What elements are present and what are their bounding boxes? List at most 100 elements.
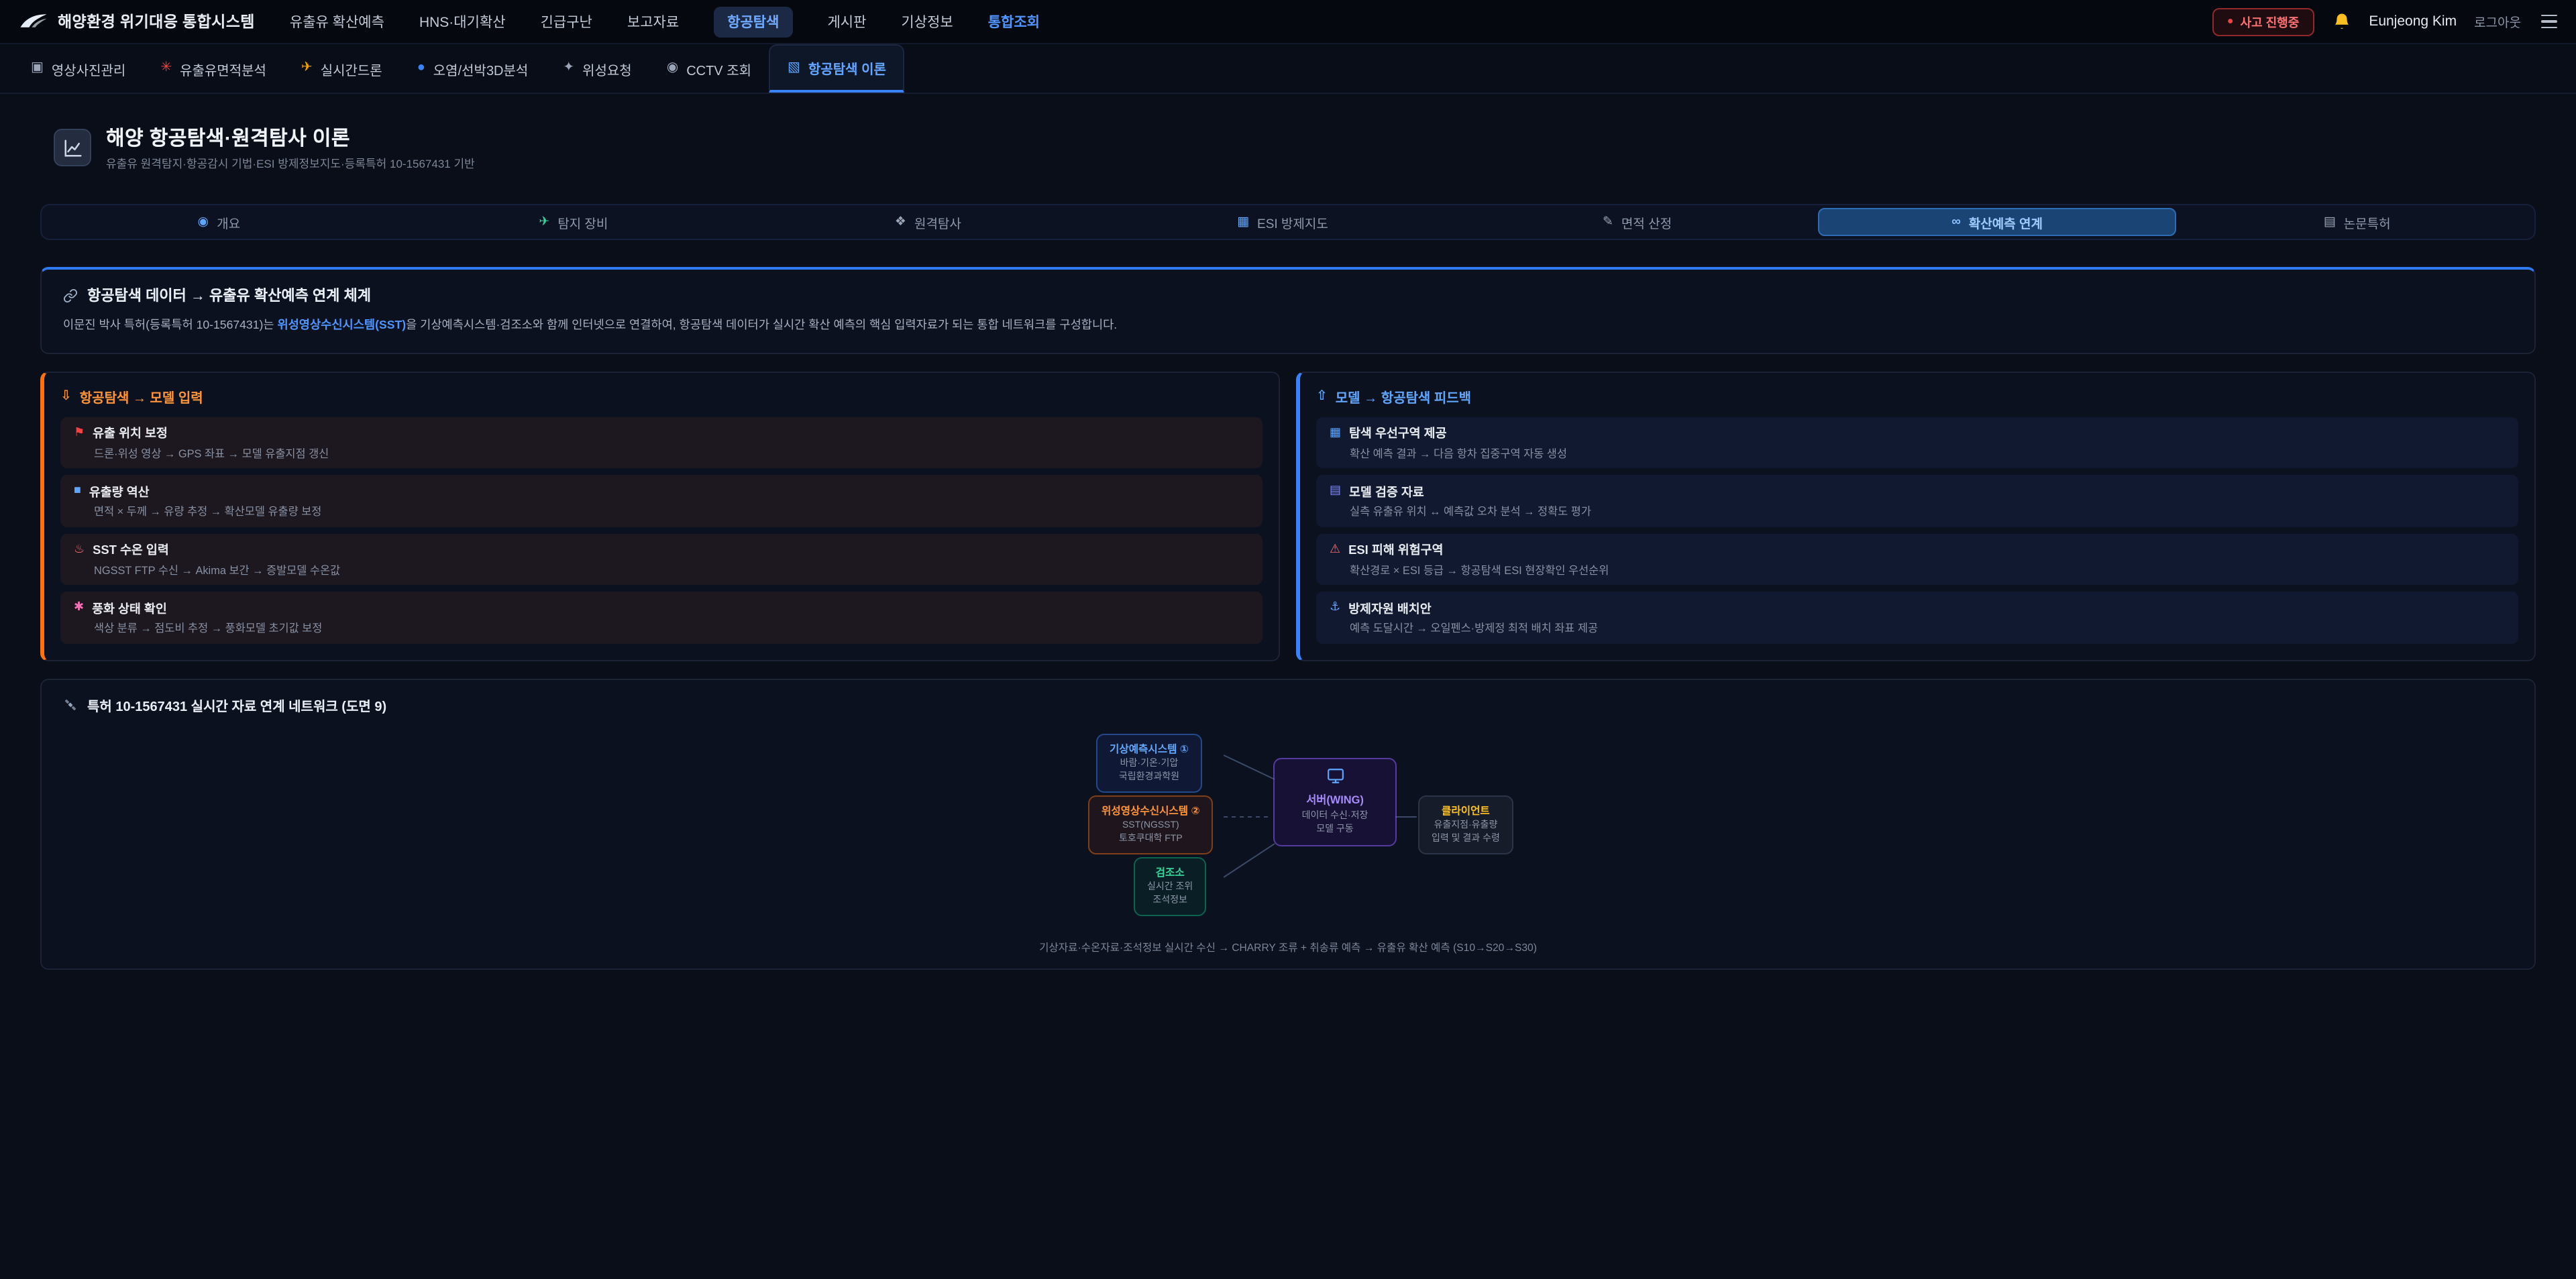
node-tide-station: 검조소 실시간 조위 조석정보 (1134, 856, 1206, 916)
feedback-item-resource-deployment: ⚓ 방제자원 배치안 예측 도달시간 → 오일펜스·방제정 최적 배치 좌표 제… (1316, 592, 2518, 643)
page-header: 해양 항공탐색·원격탐사 이론 유출유 원격탐지·항공감시 기법·ESI 방제정… (54, 123, 2536, 172)
feedback-item-esi-risk: ⚠ ESI 피해 위험구역 확산경로 × ESI 등급 → 항공탐색 ESI 현… (1316, 533, 2518, 585)
section-tabbar: ◉ 개요 ✈ 탐지 장비 ❖ 원격탐사 ▦ ESI 방제지도 ✎ 면적 산정 ∞… (40, 204, 2536, 240)
node-line: 모델 구동 (1316, 825, 1353, 834)
brand-home-link[interactable]: 해양환경 위기대응 통합시스템 (19, 11, 255, 32)
page-title: 해양 항공탐색·원격탐사 이론 (106, 123, 475, 152)
node-satellite-system: 위성영상수신시스템 ② SST(NGSST) 토호쿠대학 FTP (1088, 795, 1214, 854)
subtab-label: 영상사진관리 (52, 58, 125, 78)
node-line: 바람·기온·기압 (1120, 759, 1179, 769)
network-title: 특허 10-1567431 실시간 자료 연계 네트워크 (도면 9) (87, 694, 386, 714)
subtab-label: 항공탐색 이론 (808, 58, 886, 78)
main-menu: 유출유 확산예측 HNS·대기확산 긴급구난 보고자료 항공탐색 게시판 기상정… (290, 6, 1040, 37)
feedback-item-priority-zone: ▦ 탐색 우선구역 제공 확산 예측 결과 → 다음 항차 집중구역 자동 생성 (1316, 416, 2518, 468)
tab-diffusion-linkage[interactable]: ∞ 확산예측 연계 (1819, 208, 2176, 236)
tab-papers-patents[interactable]: ▤ 논문특허 (2180, 205, 2534, 239)
subtab-satellite-request[interactable]: ✦ 위성요청 (545, 44, 649, 93)
node-client: 클라이언트 유출지점·유출량 입력 및 결과 수령 (1418, 795, 1513, 854)
alert-icon: ⚠ (1330, 543, 1340, 555)
menu-item-board[interactable]: 게시판 (827, 11, 866, 32)
app-root: 해양환경 위기대응 통합시스템 유출유 확산예측 HNS·대기확산 긴급구난 보… (0, 0, 2576, 1279)
input-item-desc: 색상 분류 → 점도비 추정 → 풍화모델 초기값 보정 (74, 620, 1249, 636)
ship-anchor-icon: ⚓ (1330, 601, 1340, 613)
menu-item-integrated-search[interactable]: 통합조회 (988, 11, 1040, 32)
menu-item-aerial-search[interactable]: 항공탐색 (714, 6, 792, 37)
subtab-oil-area-analysis[interactable]: ✳ 유출유면적분석 (143, 44, 284, 93)
feedback-item-desc: 확산 예측 결과 → 다음 항차 집중구역 자동 생성 (1330, 445, 2505, 461)
chart-bars-icon: ▤ (1330, 484, 1341, 496)
subtab-cctv[interactable]: ◉ CCTV 조회 (649, 44, 769, 93)
tab-remote-sensing[interactable]: ❖ 원격탐사 (751, 205, 1106, 239)
page-title-group: 해양 항공탐색·원격탐사 이론 유출유 원격탐지·항공감시 기법·ESI 방제정… (106, 123, 475, 172)
map-icon: ▦ (1330, 426, 1341, 438)
node-weather-system: 기상예측시스템 ① 바람·기온·기압 국립환경과학원 (1096, 733, 1202, 793)
chart-line-icon (62, 137, 83, 158)
link-icon: ∞ (1951, 216, 1961, 229)
outbox-icon: ⇧ (1316, 388, 1328, 403)
feedback-item-desc: 확산경로 × ESI 등급 → 항공탐색 ESI 현장확인 우선순위 (1330, 561, 2505, 577)
tab-esi-map[interactable]: ▦ ESI 방제지도 (1106, 205, 1460, 239)
overview-eye-icon: ◉ (198, 216, 209, 229)
menu-item-hns-air-diffusion[interactable]: HNS·대기확산 (419, 11, 506, 32)
logout-button[interactable]: 로그아웃 (2474, 12, 2521, 31)
menu-item-weather-info[interactable]: 기상정보 (901, 11, 953, 32)
sst-system-link[interactable]: 위성영상수신시스템(SST) (277, 318, 406, 331)
remote-sensing-icon: ❖ (895, 216, 906, 229)
subtab-label: 실시간드론 (321, 58, 382, 78)
pin-icon: ⚑ (74, 426, 85, 438)
input-item-desc: 드론·위성 영상 → GPS 좌표 → 모델 유출지점 갱신 (74, 445, 1249, 461)
node-line: 토호쿠대학 FTP (1119, 834, 1183, 844)
subtab-realtime-drone[interactable]: ✈ 실시간드론 (284, 44, 400, 93)
menu-item-emergency-rescue[interactable]: 긴급구난 (541, 11, 592, 32)
subtab-aerial-theory[interactable]: ▧ 항공탐색 이론 (769, 44, 905, 93)
palette-icon: ✱ (74, 601, 84, 613)
node-line: 국립환경과학원 (1119, 773, 1179, 782)
input-item-title: 풍화 상태 확인 (92, 598, 167, 616)
subtab-pollution-ship-3d[interactable]: ● 오염/선박3D분석 (400, 44, 546, 93)
input-item-location: ⚑ 유출 위치 보정 드론·위성 영상 → GPS 좌표 → 모델 유출지점 갱… (60, 416, 1263, 468)
feedback-item-title: 모델 검증 자료 (1349, 481, 1424, 500)
node-line: 유출지점·유출량 (1434, 821, 1498, 830)
menu-item-reports[interactable]: 보고자료 (627, 11, 679, 32)
page-subtitle: 유출유 원격탐지·항공감시 기법·ESI 방제정보지도·등록특허 10-1567… (106, 156, 475, 172)
tab-area-calculation[interactable]: ✎ 면적 산정 (1460, 205, 1815, 239)
node-line: 실시간 조위 (1147, 883, 1193, 892)
satellite-request-icon: ✦ (563, 62, 574, 75)
notification-bell-icon[interactable] (2331, 11, 2351, 32)
menu-item-oil-spill-prediction[interactable]: 유출유 확산예측 (290, 11, 384, 32)
main-content: 해양 항공탐색·원격탐사 이론 유출유 원격탐지·항공감시 기법·ESI 방제정… (0, 123, 2576, 969)
network-caption: 기상자료·수온자료·조석정보 실시간 수신 → CHARRY 조류 + 취송류 … (63, 940, 2513, 954)
node-title: 검조소 (1147, 865, 1193, 880)
tab-overview[interactable]: ◉ 개요 (42, 205, 396, 239)
cctv-icon: ◉ (667, 62, 678, 75)
subtab-label: 오염/선박3D분석 (433, 58, 529, 78)
volume-icon: ■ (74, 484, 81, 496)
topbar-right: ● 사고 진행중 Eunjeong Kim 로그아웃 (2212, 7, 2560, 36)
network-diagram-card: 특허 10-1567431 실시간 자료 연계 네트워크 (도면 9) 기상예측… (40, 678, 2536, 969)
feedback-item-title: 방제자원 배치안 (1348, 598, 1431, 616)
app-title: 해양환경 위기대응 통합시스템 (58, 11, 255, 32)
node-title: 클라이언트 (1432, 803, 1500, 818)
drone-icon: ✈ (301, 62, 313, 75)
feedback-item-desc: 실측 유출유 위치 ↔ 예측값 오차 분석 → 정확도 평가 (1330, 503, 2505, 519)
page-icon-box (54, 129, 91, 166)
subtab-photo-management[interactable]: ▣ 영상사진관리 (13, 44, 143, 93)
tab-label: 개요 (217, 213, 240, 231)
input-item-volume: ■ 유출량 역산 면적 × 두께 → 유량 추정 → 확산모델 유출량 보정 (60, 475, 1263, 526)
tab-detection-equipment[interactable]: ✈ 탐지 장비 (396, 205, 751, 239)
tab-label: 원격탐사 (914, 213, 961, 231)
hamburger-menu-icon[interactable] (2538, 11, 2560, 32)
io-cards-row: ⇩ 항공탐색 → 모델 입력 ⚑ 유출 위치 보정 드론·위성 영상 → GPS… (40, 371, 2536, 661)
network-diagram: 기상예측시스템 ① 바람·기온·기압 국립환경과학원 위성영상수신시스템 ② S… (63, 725, 2513, 933)
node-server-wing: 서버(WING) 데이터 수신·저장 모델 구동 (1273, 757, 1397, 846)
feedback-item-title: ESI 피해 위험구역 (1348, 539, 1443, 558)
incident-status-badge[interactable]: ● 사고 진행중 (2212, 7, 2314, 36)
linkage-title-row: 항공탐색 데이터 → 유출유 확산예측 연계 체계 (63, 284, 2513, 306)
model-feedback-list: ▦ 탐색 우선구역 제공 확산 예측 결과 → 다음 항차 집중구역 자동 생성… (1316, 416, 2518, 643)
thermometer-icon: ♨ (74, 543, 85, 555)
model-input-card-title: 항공탐색 → 모델 입력 (80, 386, 203, 406)
ship-3d-icon: ● (417, 62, 425, 75)
linkage-desc-after: 을 기상예측시스템·검조소와 함께 인터넷으로 연결하여, 항공탐색 데이터가 … (406, 318, 1117, 331)
node-line: 입력 및 결과 수령 (1432, 834, 1500, 844)
user-name[interactable]: Eunjeong Kim (2369, 13, 2457, 30)
